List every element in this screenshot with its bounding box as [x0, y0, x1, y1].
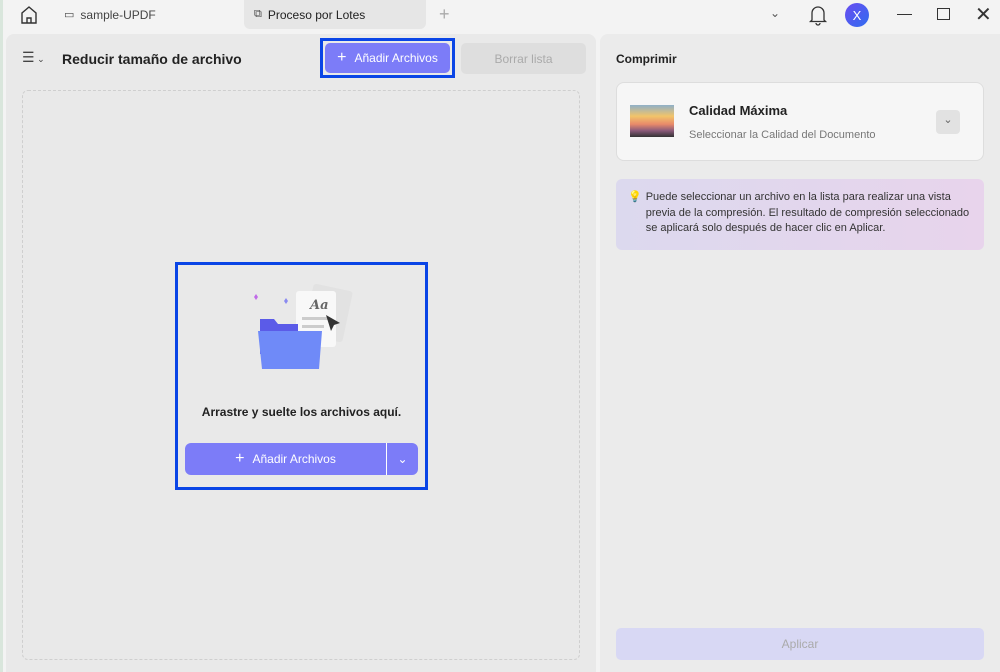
chevron-down-icon[interactable]: ⌄	[936, 110, 960, 134]
page-title: Reducir tamaño de archivo	[62, 51, 242, 67]
tab-proceso-por-lotes[interactable]: ⧉ Proceso por Lotes	[244, 0, 426, 29]
bell-icon[interactable]	[808, 4, 828, 31]
quality-title: Calidad Máxima	[689, 103, 788, 118]
add-files-button[interactable]: + Añadir Archivos	[325, 43, 450, 73]
tab-sample-updf[interactable]: ▭ sample-UPDF	[54, 0, 240, 29]
clear-list-button[interactable]: Borrar lista	[461, 43, 586, 74]
new-tab-plus-icon[interactable]: +	[439, 4, 450, 25]
plus-icon: +	[235, 450, 245, 467]
home-icon[interactable]	[18, 4, 42, 26]
add-files-dropdown-button[interactable]: ⌄	[386, 443, 418, 475]
drop-hint-text: Arrastre y suelte los archivos aquí.	[201, 405, 402, 419]
tab-label: sample-UPDF	[80, 7, 156, 22]
monitor-icon: ▭	[64, 9, 75, 21]
tab-label: Proceso por Lotes	[267, 7, 366, 22]
add-files-split-button: + Añadir Archivos ⌄	[185, 443, 418, 475]
highlight-box: + Añadir Archivos	[320, 38, 455, 78]
folder-illustration-icon: Aa	[254, 283, 353, 369]
window-edge	[0, 0, 3, 672]
quality-subtitle: Seleccionar la Calidad del Documento	[689, 129, 876, 141]
lightbulb-icon: 💡	[628, 191, 642, 203]
svg-text:Aa: Aa	[308, 298, 329, 313]
apply-button[interactable]: Aplicar	[616, 628, 984, 660]
close-icon[interactable]: ✕	[975, 2, 992, 27]
tip-box: 💡 Puede seleccionar un archivo en la lis…	[616, 179, 984, 250]
right-panel: Comprimir Calidad Máxima Seleccionar la …	[600, 34, 1000, 672]
drop-add-files-button[interactable]: + Añadir Archivos	[185, 443, 386, 475]
left-panel: ☰ ⌄ Reducir tamaño de archivo + Añadir Ar…	[6, 34, 596, 672]
plus-icon: +	[337, 49, 347, 66]
minimize-icon[interactable]	[897, 14, 912, 15]
highlight-box: Aa Arrastre y suelte los archivos aquí. …	[175, 262, 428, 490]
chevron-down-icon: ⌄	[397, 452, 408, 466]
add-files-label: Añadir Archivos	[354, 51, 438, 65]
quality-thumbnail	[630, 105, 674, 137]
compress-heading: Comprimir	[616, 52, 677, 66]
add-files-label: Añadir Archivos	[252, 452, 336, 466]
chevron-down-icon[interactable]: ⌄	[770, 6, 780, 20]
tip-text: Puede seleccionar un archivo en la lista…	[645, 191, 970, 234]
menu-icon[interactable]: ☰ ⌄	[22, 49, 45, 66]
quality-selector[interactable]: Calidad Máxima Seleccionar la Calidad de…	[616, 82, 984, 161]
batch-icon: ⧉	[254, 8, 262, 20]
avatar[interactable]: X	[845, 3, 869, 27]
maximize-icon[interactable]	[937, 8, 950, 20]
